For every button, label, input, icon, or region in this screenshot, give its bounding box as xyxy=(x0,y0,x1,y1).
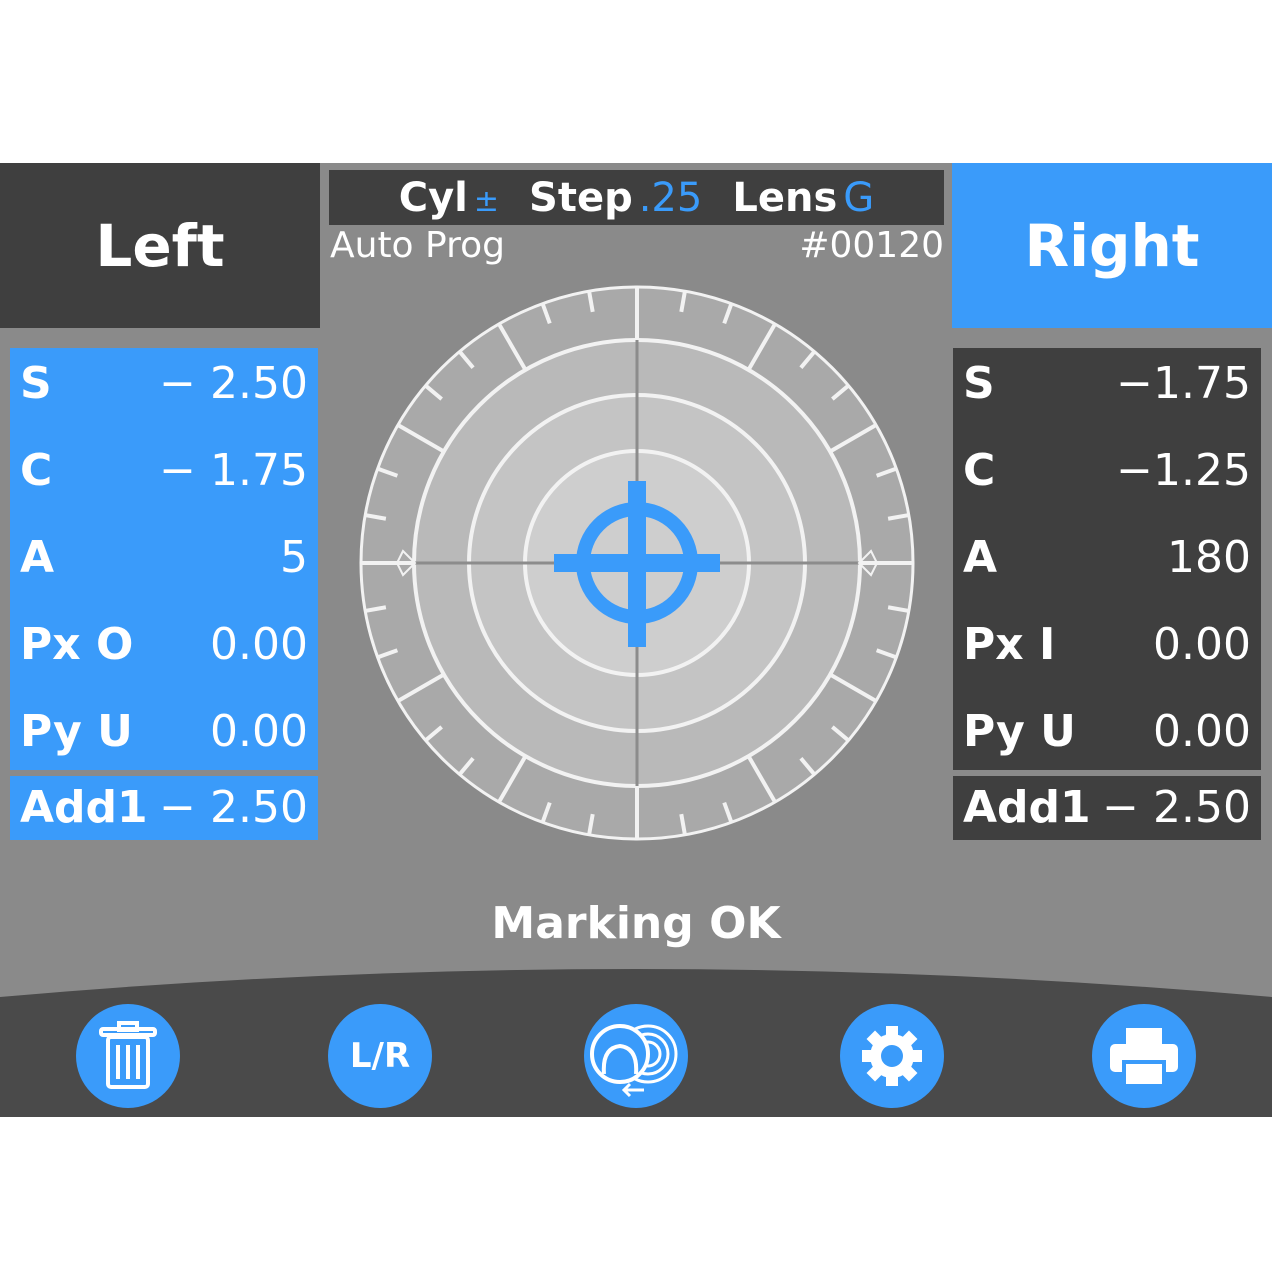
row-value: −1.75 xyxy=(1116,358,1251,409)
row-value: −1.25 xyxy=(1116,445,1251,496)
delete-button[interactable] xyxy=(76,1004,180,1108)
row-label: C xyxy=(20,445,53,496)
lens-label: Lens xyxy=(732,174,838,221)
row-label: Py U xyxy=(963,706,1076,757)
settings-button[interactable] xyxy=(840,1004,944,1108)
lens-compare-button[interactable] xyxy=(584,1004,688,1108)
row-label: Px O xyxy=(20,619,134,670)
left-row-add: Add1 − 2.50 xyxy=(10,776,318,840)
lens-value: G xyxy=(843,174,875,221)
row-value: 0.00 xyxy=(1153,706,1251,757)
print-button[interactable] xyxy=(1092,1004,1196,1108)
row-label: Py U xyxy=(20,706,133,757)
left-eye-tab[interactable]: Left xyxy=(0,163,320,328)
row-value: 0.00 xyxy=(210,706,308,757)
step-label: Step xyxy=(529,174,633,221)
right-row-prism-x: Px I 0.00 xyxy=(953,609,1261,689)
cyl-label: Cyl xyxy=(398,174,468,221)
job-counter: #00120 xyxy=(799,225,944,266)
cyl-setting: Cyl ± xyxy=(399,175,499,221)
alignment-reticle xyxy=(359,285,915,841)
left-right-toggle-button[interactable]: L/R xyxy=(328,1004,432,1108)
status-message: Marking OK xyxy=(491,898,781,949)
settings-info-bar: Cyl ± Step .25 Lens G xyxy=(329,170,944,225)
row-label: Add1 xyxy=(20,782,148,833)
left-add-box: Add1 − 2.50 xyxy=(10,776,318,840)
row-label: Px I xyxy=(963,619,1056,670)
left-row-sphere: S − 2.50 xyxy=(10,348,318,428)
right-values: S −1.75 C −1.25 A 180 Px I 0.00 Py U 0.0… xyxy=(953,348,1261,770)
row-value: − 2.50 xyxy=(1102,782,1251,833)
lens-compare-icon xyxy=(590,1024,678,1098)
row-value: 180 xyxy=(1167,532,1251,583)
lens-setting: Lens G xyxy=(732,175,874,221)
right-eye-tab-label: Right xyxy=(1024,211,1200,280)
step-value: .25 xyxy=(638,174,703,221)
row-value: − 2.50 xyxy=(159,358,308,409)
row-label: A xyxy=(963,532,998,583)
measurement-mode: Auto Prog xyxy=(330,225,505,266)
row-value: 0.00 xyxy=(210,619,308,670)
right-row-cylinder: C −1.25 xyxy=(953,435,1261,515)
left-right-toggle-icon: L/R xyxy=(349,1036,411,1076)
row-value: − 2.50 xyxy=(159,782,308,833)
left-row-cylinder: C − 1.75 xyxy=(10,435,318,515)
left-row-prism-y: Py U 0.00 xyxy=(10,696,318,776)
right-add-box: Add1 − 2.50 xyxy=(953,776,1261,840)
left-row-prism-x: Px O 0.00 xyxy=(10,609,318,689)
row-label: C xyxy=(963,445,996,496)
left-row-axis: A 5 xyxy=(10,522,318,602)
right-row-axis: A 180 xyxy=(953,522,1261,602)
cyl-value: ± xyxy=(473,183,500,219)
row-label: A xyxy=(20,532,55,583)
right-row-prism-y: Py U 0.00 xyxy=(953,696,1261,776)
row-value: 5 xyxy=(280,532,308,583)
left-values: S − 2.50 C − 1.75 A 5 Px O 0.00 Py U 0.0… xyxy=(10,348,318,770)
lensmeter-screen: Left Right Cyl ± Step .25 Lens G Auto Pr… xyxy=(0,163,1272,1117)
right-row-add: Add1 − 2.50 xyxy=(953,776,1261,840)
left-eye-tab-label: Left xyxy=(95,211,225,280)
row-label: Add1 xyxy=(963,782,1091,833)
trash-icon xyxy=(99,1021,157,1089)
right-eye-tab[interactable]: Right xyxy=(952,163,1272,328)
step-setting: Step .25 xyxy=(529,175,702,221)
row-value: − 1.75 xyxy=(159,445,308,496)
row-label: S xyxy=(963,358,995,409)
gear-icon xyxy=(862,1026,922,1086)
right-row-sphere: S −1.75 xyxy=(953,348,1261,428)
row-label: S xyxy=(20,358,52,409)
row-value: 0.00 xyxy=(1153,619,1251,670)
printer-icon xyxy=(1110,1028,1178,1088)
